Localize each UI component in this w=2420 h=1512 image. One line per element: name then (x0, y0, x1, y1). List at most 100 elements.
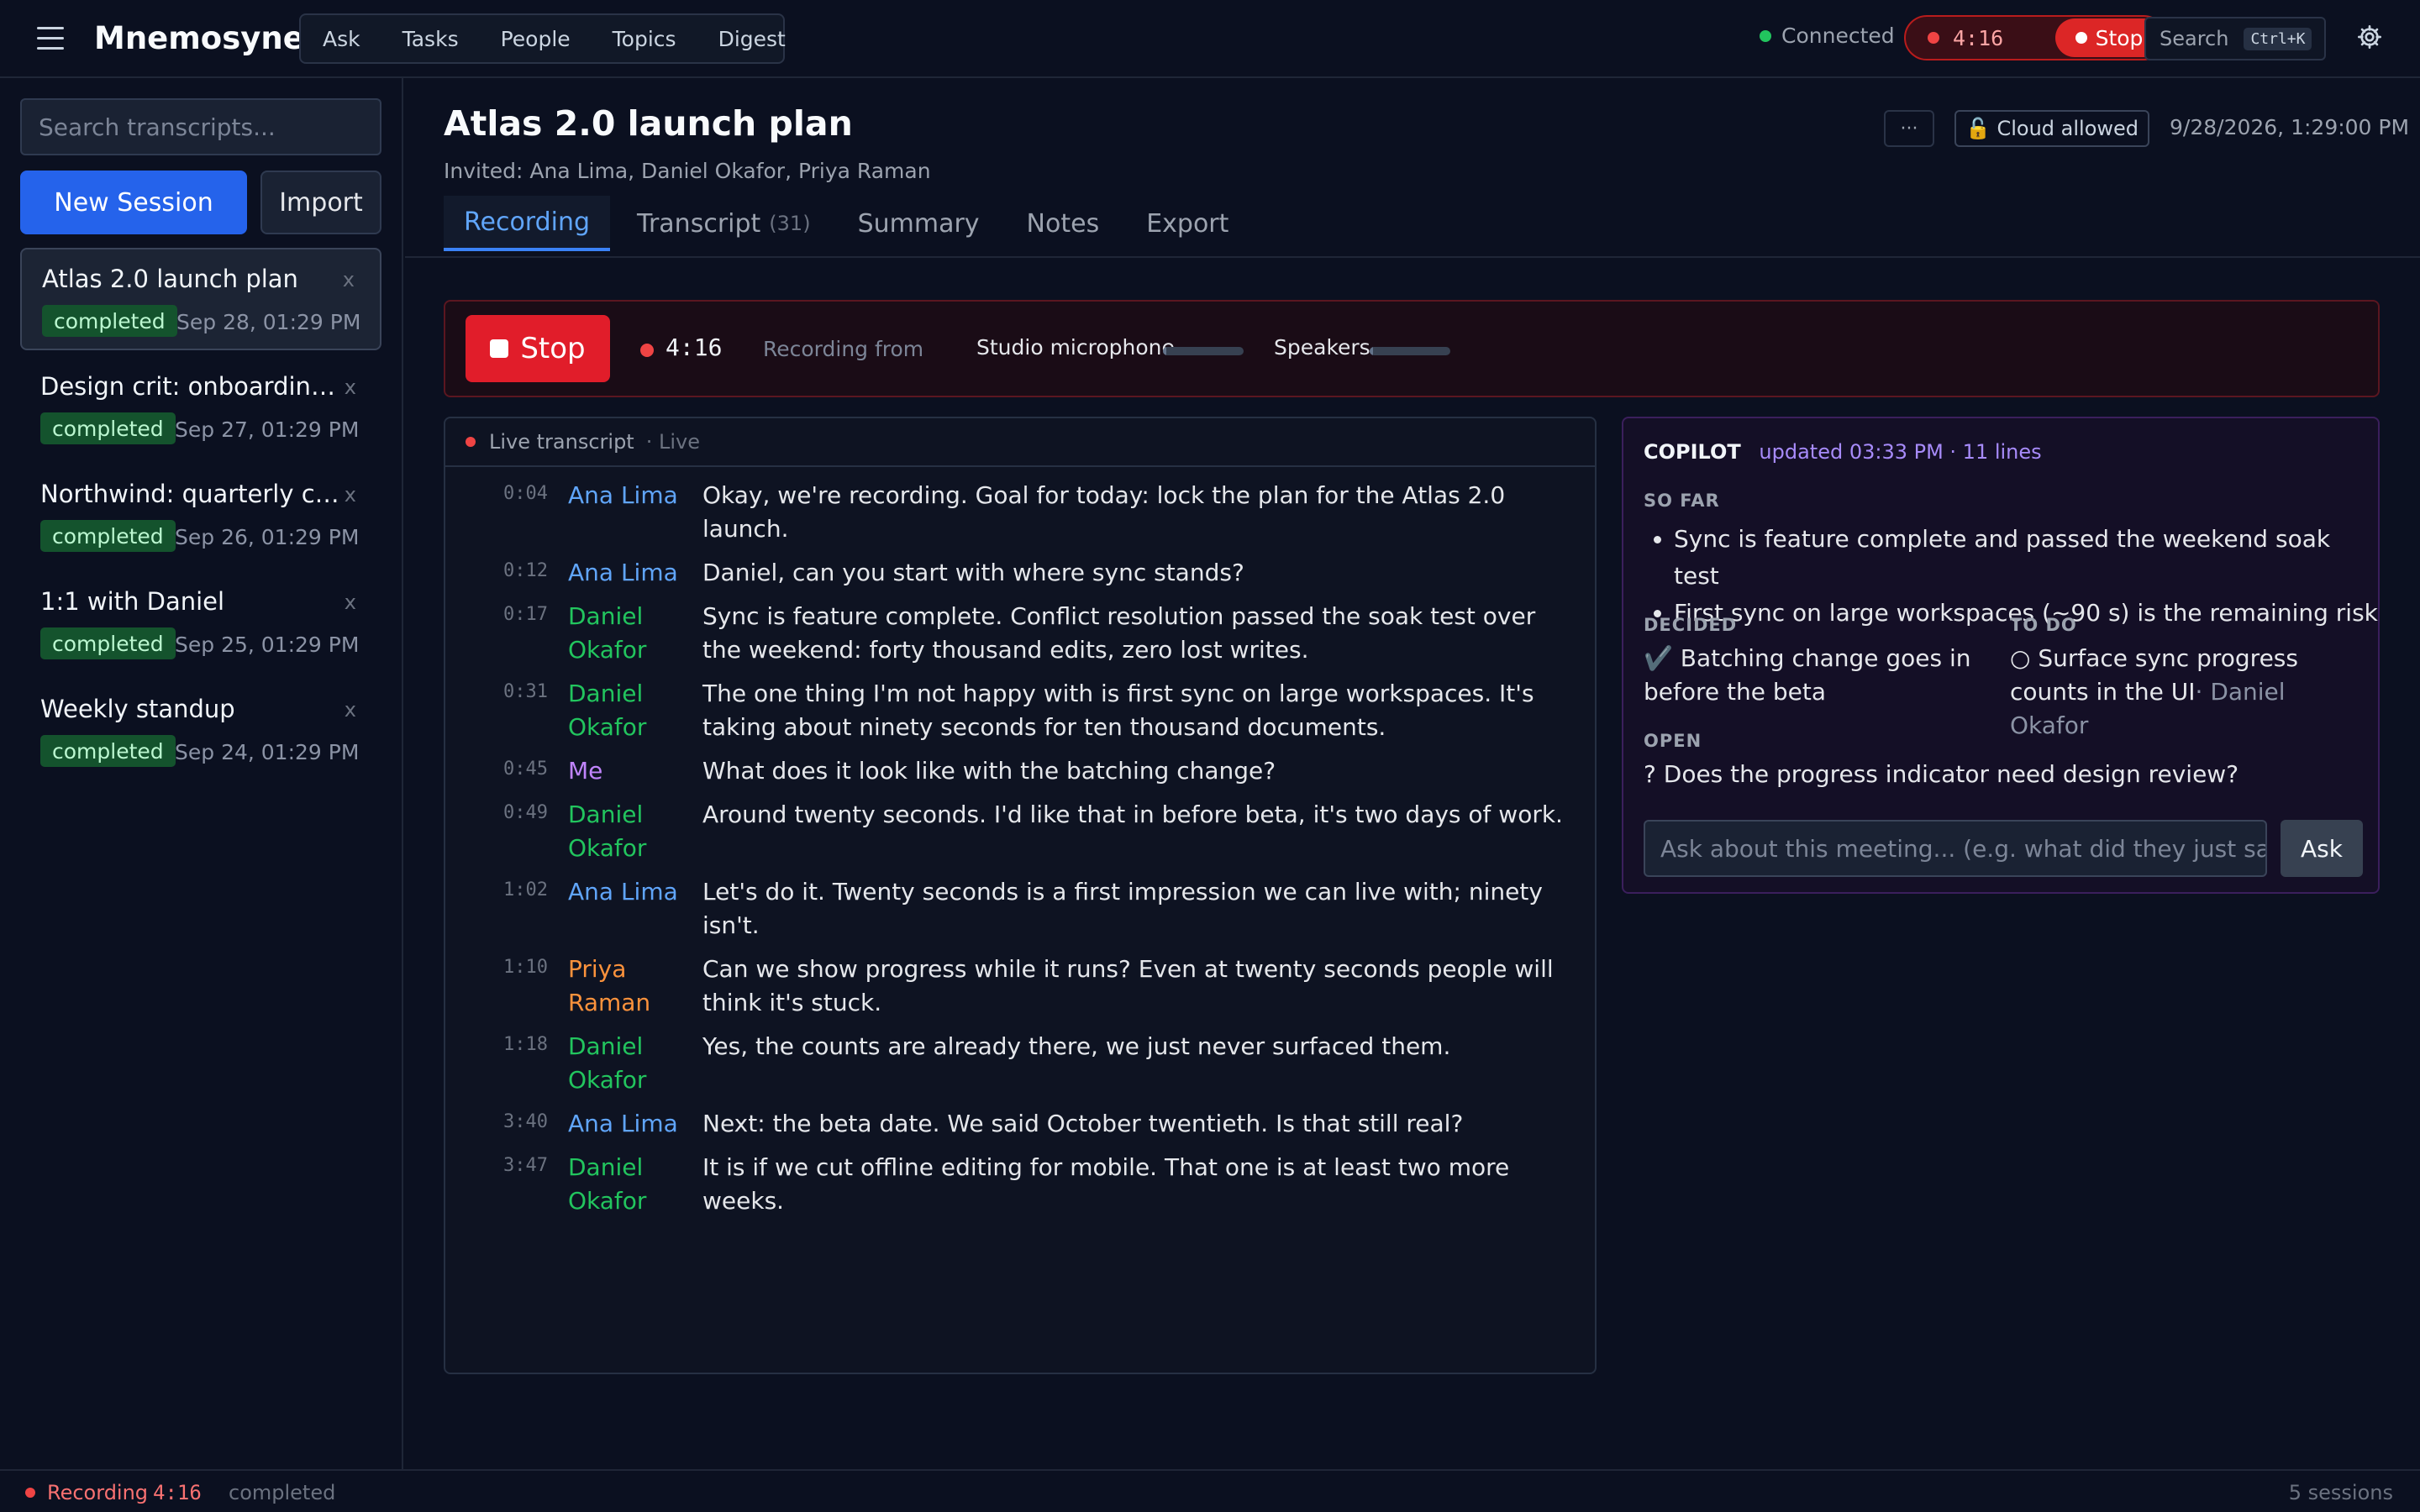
transcript-row: 1:02 Ana Lima Let's do it. Twenty seconds … (445, 875, 1595, 953)
speaker-name[interactable]: Daniel Okafor (548, 677, 702, 744)
so-far-label: SO FAR (1644, 491, 1720, 511)
recording-pill: 4:16 Stop (1904, 15, 2166, 60)
page-title: Atlas 2.0 launch plan (444, 103, 853, 144)
nav-ask[interactable]: Ask (323, 27, 360, 51)
line-timestamp[interactable]: 1:02 (445, 875, 548, 942)
gear-icon[interactable] (2356, 24, 2383, 50)
new-session-button[interactable]: New Session (20, 171, 247, 234)
copilot-label: COPILOT (1644, 440, 1741, 464)
line-text: It is if we cut offline editing for mobi… (702, 1153, 1510, 1215)
main-panel: Atlas 2.0 launch plan Invited: Ana Lima,… (405, 78, 2420, 1469)
nav-tasks[interactable]: Tasks (402, 27, 459, 51)
open-item: ? Does the progress indicator need desig… (1644, 760, 2239, 788)
stop-label: Stop (520, 332, 586, 365)
transcript-row: 0:49 Daniel Okafor Around twenty seconds. … (445, 798, 1595, 875)
tab-summary[interactable]: Summary (838, 196, 1000, 251)
speakers-level-meter (1370, 347, 1450, 355)
close-icon[interactable]: x (345, 483, 356, 507)
topbar-stop-label: Stop (2095, 25, 2144, 50)
close-icon[interactable]: x (343, 268, 355, 291)
tab-transcript[interactable]: Transcript (31) (617, 196, 831, 251)
line-timestamp[interactable]: 1:18 (445, 1030, 548, 1097)
speaker-name[interactable]: Daniel Okafor (548, 1030, 702, 1097)
speakers-source-label: Speakers (1274, 335, 1370, 360)
speaker-name[interactable]: Priya Raman (548, 953, 702, 1020)
tab-bar: Recording Transcript (31) Summary Notes E… (444, 196, 1255, 256)
cloud-allowed-badge[interactable]: 🔓 Cloud allowed (1954, 110, 2149, 147)
copilot-header: COPILOT updated 03:33 PM · 11 lines (1644, 440, 2042, 464)
session-title: 1:1 with Daniel (40, 587, 225, 616)
recording-dot-icon (640, 344, 654, 357)
line-timestamp[interactable]: 3:40 (445, 1107, 548, 1141)
nav-people[interactable]: People (501, 27, 571, 51)
line-timestamp[interactable]: 0:04 (445, 479, 548, 546)
line-timestamp[interactable]: 0:17 (445, 600, 548, 667)
session-item-weekly-standup[interactable]: Weekly standup x completed Sep 24, 01:29… (20, 680, 381, 782)
session-item-northwind[interactable]: Northwind: quarterly check-in x complete… (20, 465, 381, 567)
tab-divider (405, 256, 2420, 258)
main-nav: Ask Tasks People Topics Digest (299, 13, 786, 64)
tab-label: Notes (1026, 208, 1100, 239)
speaker-name[interactable]: Daniel Okafor (548, 798, 702, 865)
stop-recording-button[interactable]: Stop (466, 315, 610, 382)
live-dot-icon (466, 437, 476, 447)
open-label: OPEN (1644, 731, 1702, 751)
nav-topics[interactable]: Topics (613, 27, 676, 51)
decided-item: ✔️ Batching change goes in before the be… (1644, 644, 1971, 706)
menu-icon[interactable] (37, 27, 64, 50)
copilot-ask-input[interactable] (1644, 820, 2267, 877)
nav-digest[interactable]: Digest (718, 27, 786, 51)
transcript-search-input[interactable] (20, 98, 381, 155)
tab-export[interactable]: Export (1126, 196, 1249, 251)
speaker-name[interactable]: Ana Lima (548, 875, 702, 942)
line-timestamp[interactable]: 0:49 (445, 798, 548, 865)
import-button[interactable]: Import (260, 171, 381, 234)
speaker-name[interactable]: Ana Lima (548, 556, 702, 590)
transcript-row: 3:40 Ana Lima Next: the beta date. We said… (445, 1107, 1595, 1151)
speaker-name[interactable]: Ana Lima (548, 479, 702, 546)
line-text: Okay, we're recording. Goal for today: l… (702, 481, 1506, 543)
transcript-row: 0:17 Daniel Okafor Sync is feature complet… (445, 600, 1595, 677)
speakers-level-fill (1370, 347, 1373, 355)
close-icon[interactable]: x (345, 698, 356, 722)
line-timestamp[interactable]: 0:45 (445, 754, 548, 788)
line-timestamp[interactable]: 0:12 (445, 556, 548, 590)
transcript-lines: 0:04 Ana Lima Okay, we're recording. Goal … (445, 479, 1595, 1228)
line-text: The one thing I'm not happy with is firs… (702, 680, 1534, 741)
search-button[interactable]: Search Ctrl+K (2144, 17, 2326, 60)
session-item-atlas[interactable]: Atlas 2.0 launch plan x completed Sep 28… (20, 248, 381, 350)
line-text: Daniel, can you start with where sync st… (702, 559, 1244, 586)
close-icon[interactable]: x (345, 375, 356, 399)
speaker-name[interactable]: Daniel Okafor (548, 1151, 702, 1218)
mic-level-fill (1163, 347, 1166, 355)
session-item-1on1-daniel[interactable]: 1:1 with Daniel x completed Sep 25, 01:2… (20, 572, 381, 675)
app-brand: Mnemosyne (94, 20, 304, 56)
speaker-name[interactable]: Me (548, 754, 702, 788)
tab-count: (31) (769, 212, 811, 235)
stop-dot-icon (2075, 32, 2087, 44)
live-indicator: · Live (645, 430, 700, 454)
line-timestamp[interactable]: 3:47 (445, 1151, 548, 1218)
ask-button[interactable]: Ask (2281, 820, 2363, 877)
session-date: Sep 26, 01:29 PM (175, 525, 360, 549)
session-item-design-crit[interactable]: Design crit: onboarding v3 x completed S… (20, 357, 381, 459)
tab-label: Export (1146, 208, 1229, 239)
speaker-name[interactable]: Daniel Okafor (548, 600, 702, 667)
connection-dot-icon (1760, 29, 1771, 42)
session-title: Northwind: quarterly check-in (40, 480, 343, 508)
sidebar: New Session Import Atlas 2.0 launch plan… (0, 78, 403, 1469)
line-timestamp[interactable]: 0:31 (445, 677, 548, 744)
tab-notes[interactable]: Notes (1007, 196, 1120, 251)
more-options-button[interactable]: ··· (1884, 110, 1934, 147)
transcript-row: 1:18 Daniel Okafor Yes, the counts are alr… (445, 1030, 1595, 1107)
recording-dot-icon (25, 1488, 35, 1498)
speaker-name[interactable]: Ana Lima (548, 1107, 702, 1141)
status-badge: completed (42, 305, 177, 337)
line-timestamp[interactable]: 1:10 (445, 953, 548, 1020)
close-icon[interactable]: x (345, 591, 356, 614)
transcript-row: 1:10 Priya Raman Can we show progress whil… (445, 953, 1595, 1030)
recording-bar: Stop 4:16 Recording from Studio micropho… (444, 300, 2380, 397)
transcript-row: 3:47 Daniel Okafor It is if we cut offline… (445, 1151, 1595, 1228)
tab-recording[interactable]: Recording (444, 196, 611, 251)
invited-list: Invited: Ana Lima, Daniel Okafor, Priya … (444, 159, 931, 183)
